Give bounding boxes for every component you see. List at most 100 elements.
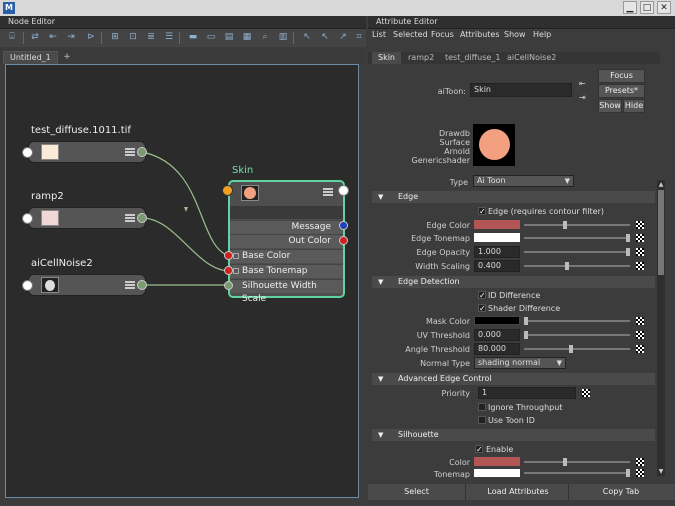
base-tonemap-port[interactable] — [224, 266, 233, 275]
edge-checkbox[interactable]: ✓ — [478, 207, 486, 216]
menu-attributes[interactable]: Attributes — [460, 30, 500, 39]
snap-icon[interactable]: ↗ — [337, 31, 349, 43]
map-button-icon[interactable] — [636, 458, 644, 466]
copy-tab-button[interactable]: Copy Tab — [571, 484, 671, 500]
frame-selection-icon[interactable]: ⊡ — [127, 31, 139, 43]
use-toon-id-checkbox[interactable] — [478, 416, 486, 424]
focus-input-icon[interactable]: ⇤ — [579, 79, 591, 89]
pin-icon[interactable]: ↖ — [301, 31, 313, 43]
node-test-diffuse[interactable] — [28, 141, 146, 163]
silhouette-color-slider[interactable] — [524, 461, 630, 463]
section-silhouette[interactable]: ▼ Silhouette — [372, 429, 655, 441]
map-button-icon[interactable] — [582, 389, 590, 397]
edge-opacity-field[interactable]: 1.000 — [474, 246, 520, 258]
width-scaling-slider[interactable] — [524, 265, 630, 267]
focus-button[interactable]: Focus — [598, 69, 645, 83]
grid-icon[interactable]: ▥ — [277, 31, 289, 43]
show-inputs-icon[interactable]: ⇤ — [47, 31, 59, 43]
skin-input-port[interactable] — [222, 185, 233, 196]
presets-button[interactable]: Presets* — [598, 84, 645, 98]
menu-show[interactable]: Show — [504, 30, 526, 39]
scroll-up-icon[interactable]: ▲ — [657, 181, 665, 189]
full-mode-icon[interactable]: ▤ — [223, 31, 235, 43]
connected-mode-icon[interactable]: ▭ — [205, 31, 217, 43]
shader-difference-checkbox[interactable]: ✓ — [478, 304, 486, 313]
base-color-port[interactable] — [224, 251, 233, 260]
map-button-icon[interactable] — [636, 234, 644, 242]
hide-button[interactable]: Hide — [623, 99, 645, 113]
show-button[interactable]: Show — [598, 99, 622, 113]
map-button-icon[interactable] — [636, 331, 644, 339]
simple-mode-icon[interactable]: ▬ — [187, 31, 199, 43]
search-icon[interactable]: ⌕ — [259, 31, 271, 43]
tab-skin[interactable]: Skin — [372, 52, 402, 64]
slider-handle[interactable] — [626, 234, 630, 242]
rearrange-graph-icon[interactable]: ≣ — [145, 31, 157, 43]
map-button-icon[interactable] — [636, 221, 644, 229]
edge-color-swatch[interactable] — [474, 220, 520, 229]
frame-all-icon[interactable]: ⊞ — [109, 31, 121, 43]
add-tab-button[interactable]: + — [62, 51, 72, 63]
remove-from-graph-icon[interactable]: ⊳ — [85, 31, 97, 43]
section-edge[interactable]: ▼ Edge — [372, 191, 655, 203]
node-name-field[interactable]: Skin — [470, 83, 572, 97]
node-aicellnoise2[interactable] — [28, 274, 146, 296]
node-filter-field[interactable] — [230, 206, 343, 219]
node-ramp2[interactable] — [28, 207, 146, 229]
node-menu-icon[interactable] — [125, 148, 135, 156]
slider-handle[interactable] — [565, 262, 569, 270]
edge-tonemap-slider[interactable] — [524, 237, 630, 239]
silhouette-width-port[interactable] — [224, 281, 233, 290]
type-dropdown[interactable]: Ai Toon ▼ — [473, 175, 574, 187]
node-skin[interactable]: Message Out Color Base Color Base Tonema… — [228, 180, 345, 304]
menu-help[interactable]: Help — [533, 30, 551, 39]
tab-aicellnoise2[interactable]: aiCellNoise2 — [501, 52, 562, 64]
menu-focus[interactable]: Focus — [431, 30, 454, 39]
output-port[interactable] — [137, 147, 147, 157]
ignore-throughput-checkbox[interactable] — [478, 403, 486, 411]
slider-handle[interactable] — [524, 331, 528, 339]
angle-threshold-field[interactable]: 80.000 — [474, 343, 520, 355]
slider-handle[interactable] — [626, 469, 630, 477]
node-menu-icon[interactable] — [323, 188, 333, 196]
menu-selected[interactable]: Selected — [393, 30, 428, 39]
silhouette-enable-checkbox[interactable]: ✓ — [475, 445, 483, 454]
expand-plus-icon[interactable] — [233, 268, 239, 274]
slider-handle[interactable] — [563, 458, 567, 466]
output-port[interactable] — [137, 280, 147, 290]
map-button-icon[interactable] — [636, 317, 644, 325]
normal-type-dropdown[interactable]: shading normal ▼ — [474, 357, 566, 369]
mask-color-slider[interactable] — [524, 320, 630, 322]
input-port[interactable] — [22, 280, 33, 291]
map-button-icon[interactable] — [636, 262, 644, 270]
graph-input-output-icon[interactable]: ⌸ — [6, 31, 18, 43]
section-edge-detection[interactable]: ▼ Edge Detection — [372, 276, 655, 288]
maximize-button[interactable]: □ — [640, 1, 654, 14]
focus-output-icon[interactable]: ⇥ — [579, 93, 591, 103]
node-menu-icon[interactable] — [125, 281, 135, 289]
slider-handle[interactable] — [563, 221, 567, 229]
tab-test-diffuse-1[interactable]: test_diffuse_1 — [439, 52, 506, 64]
message-port[interactable] — [339, 221, 348, 230]
silhouette-tonemap-slider[interactable] — [524, 472, 630, 474]
tab-untitled-1[interactable]: Untitled_1 — [3, 51, 58, 64]
silhouette-tonemap-swatch[interactable] — [474, 469, 520, 477]
input-output-connections-icon[interactable]: ⇄ — [29, 31, 41, 43]
angle-threshold-slider[interactable] — [524, 348, 630, 350]
width-scaling-field[interactable]: 0.400 — [474, 260, 520, 272]
map-button-icon[interactable] — [636, 248, 644, 256]
graph-settings-icon[interactable]: ⌗ — [353, 31, 365, 43]
slider-handle[interactable] — [626, 248, 630, 256]
map-button-icon[interactable] — [636, 345, 644, 353]
input-port[interactable] — [22, 147, 33, 158]
input-port[interactable] — [22, 213, 33, 224]
minimize-button[interactable]: ▁ — [623, 1, 637, 14]
expand-plus-icon[interactable] — [233, 253, 239, 259]
close-button[interactable]: ✕ — [657, 1, 671, 14]
map-button-icon[interactable] — [636, 469, 644, 477]
slider-handle[interactable] — [524, 317, 528, 325]
output-port[interactable] — [137, 213, 147, 223]
show-outputs-icon[interactable]: ⇥ — [65, 31, 77, 43]
section-advanced-edge-control[interactable]: ▼ Advanced Edge Control — [372, 373, 655, 385]
slider-handle[interactable] — [569, 345, 573, 353]
